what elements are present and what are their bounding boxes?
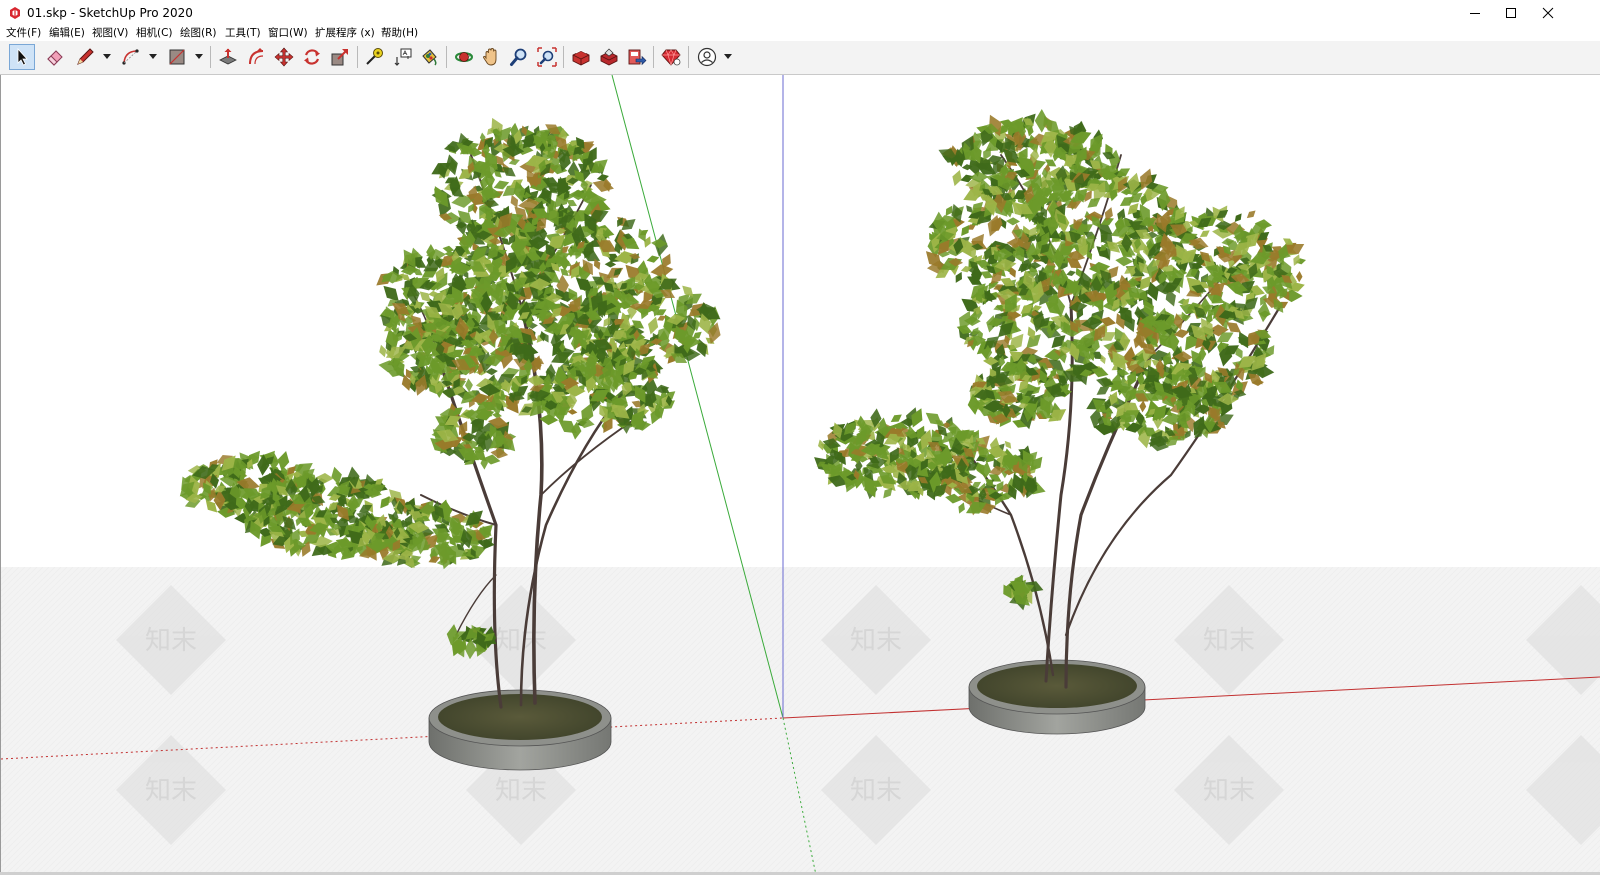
leaf	[646, 255, 660, 263]
menu-extensions[interactable]: 扩展程序 (x)	[315, 26, 375, 41]
account-dropdown[interactable]	[724, 54, 732, 59]
leaf	[465, 378, 473, 393]
orbit-icon	[455, 52, 473, 62]
menu-window[interactable]: 窗口(W)	[268, 26, 308, 41]
rectangle-shape-icon	[169, 49, 185, 65]
leaf	[1246, 210, 1256, 219]
zoom-extents-tool-button[interactable]	[534, 44, 560, 70]
tape-measure-tool-button[interactable]	[361, 44, 387, 70]
menu-tools[interactable]: 工具(T)	[225, 26, 261, 41]
text-icon	[394, 48, 412, 66]
watermark-text: 知末	[145, 776, 197, 806]
ruby-console-button[interactable]	[658, 44, 684, 70]
watermark-text: 知末	[495, 626, 547, 656]
leaf	[925, 412, 943, 426]
offset-icon	[249, 48, 264, 65]
watermark-text: 知末	[850, 776, 902, 806]
right-planter	[968, 659, 1146, 735]
select-arrow-icon	[17, 47, 28, 66]
sketchup-logo-icon	[10, 7, 20, 19]
leaf	[380, 496, 390, 509]
tape-measure-icon	[366, 48, 383, 65]
zoom-icon	[510, 48, 527, 66]
extension-warehouse-button[interactable]	[596, 44, 622, 70]
toolbar	[0, 41, 1600, 75]
menu-file[interactable]: 文件(F)	[6, 26, 41, 41]
send-to-layout-button[interactable]	[624, 44, 650, 70]
line-tool-dropdown[interactable]	[103, 54, 111, 59]
account-button[interactable]	[694, 44, 720, 70]
leaf	[980, 461, 991, 479]
push-pull-tool-button[interactable]	[215, 44, 241, 70]
scene-canvas[interactable]: 知末 知末 知末 知末 知末 知末 知末 知末	[1, 75, 1600, 875]
scale-icon	[331, 49, 348, 66]
close-icon	[1542, 7, 1554, 19]
menu-help[interactable]: 帮助(H)	[381, 26, 418, 41]
minimize-icon	[1470, 13, 1480, 14]
paint-bucket-icon	[422, 49, 437, 66]
rotate-icon	[304, 49, 320, 65]
eraser-icon	[47, 50, 63, 66]
menu-draw[interactable]: 绘图(R)	[180, 26, 217, 41]
arc-tool-dropdown[interactable]	[149, 54, 157, 59]
rotate-tool-button[interactable]	[299, 44, 325, 70]
menu-view[interactable]: 视图(V)	[92, 26, 128, 41]
leaf	[604, 260, 617, 268]
3d-warehouse-button[interactable]	[568, 44, 594, 70]
arc-tool-button[interactable]	[118, 44, 144, 70]
pan-tool-button[interactable]	[478, 44, 504, 70]
extension-warehouse-icon	[600, 48, 618, 66]
ground-plane	[1, 567, 1600, 875]
watermark-text: 知末	[495, 776, 547, 806]
leaf	[1005, 217, 1021, 226]
right-canopy	[814, 109, 1307, 611]
watermark-text: 知末	[145, 626, 197, 656]
paint-bucket-tool-button[interactable]	[416, 44, 442, 70]
eraser-tool-button[interactable]	[42, 44, 68, 70]
move-icon	[274, 47, 294, 67]
close-button[interactable]	[1525, 0, 1571, 26]
account-icon	[697, 47, 717, 67]
rectangle-tool-button[interactable]	[164, 44, 190, 70]
3d-warehouse-icon	[572, 50, 590, 66]
push-pull-icon	[219, 48, 237, 65]
pencil-line-icon	[77, 48, 94, 65]
rectangle-tool-dropdown[interactable]	[195, 54, 203, 59]
ruby-console-icon	[661, 49, 681, 66]
text-tool-button[interactable]	[390, 44, 416, 70]
watermark-text: 知末	[850, 626, 902, 656]
maximize-icon	[1506, 8, 1516, 18]
send-to-layout-icon	[628, 49, 647, 66]
arc-icon	[122, 49, 139, 65]
watermark-text: 知末	[1203, 626, 1255, 656]
orbit-tool-button[interactable]	[451, 44, 477, 70]
scale-tool-button[interactable]	[327, 44, 353, 70]
menu-camera[interactable]: 相机(C)	[136, 26, 173, 41]
title-bar: 01.skp - SketchUp Pro 2020	[0, 0, 1600, 26]
offset-tool-button[interactable]	[243, 44, 269, 70]
pan-hand-icon	[483, 48, 497, 66]
leaf	[958, 502, 965, 514]
menu-bar: 文件(F) 编辑(E) 视图(V) 相机(C) 绘图(R) 工具(T) 窗口(W…	[0, 26, 1600, 41]
leaf	[1296, 270, 1303, 283]
window-title: 01.skp - SketchUp Pro 2020	[27, 6, 193, 20]
sketchup-window: 01.skp - SketchUp Pro 2020 文件(F) 编辑(E) 视…	[0, 0, 1600, 875]
line-tool-button[interactable]	[72, 44, 98, 70]
leaf	[1034, 109, 1049, 133]
move-tool-button[interactable]	[271, 44, 297, 70]
zoom-tool-button[interactable]	[506, 44, 532, 70]
watermark-text: 知末	[1203, 776, 1255, 806]
leaf	[1139, 400, 1147, 413]
leaf	[952, 170, 962, 187]
select-tool-button[interactable]	[9, 44, 35, 70]
menu-edit[interactable]: 编辑(E)	[49, 26, 85, 41]
model-viewport[interactable]: 知末 知末 知末 知末 知末 知末 知末 知末	[0, 75, 1600, 875]
zoom-extents-icon	[537, 47, 557, 67]
